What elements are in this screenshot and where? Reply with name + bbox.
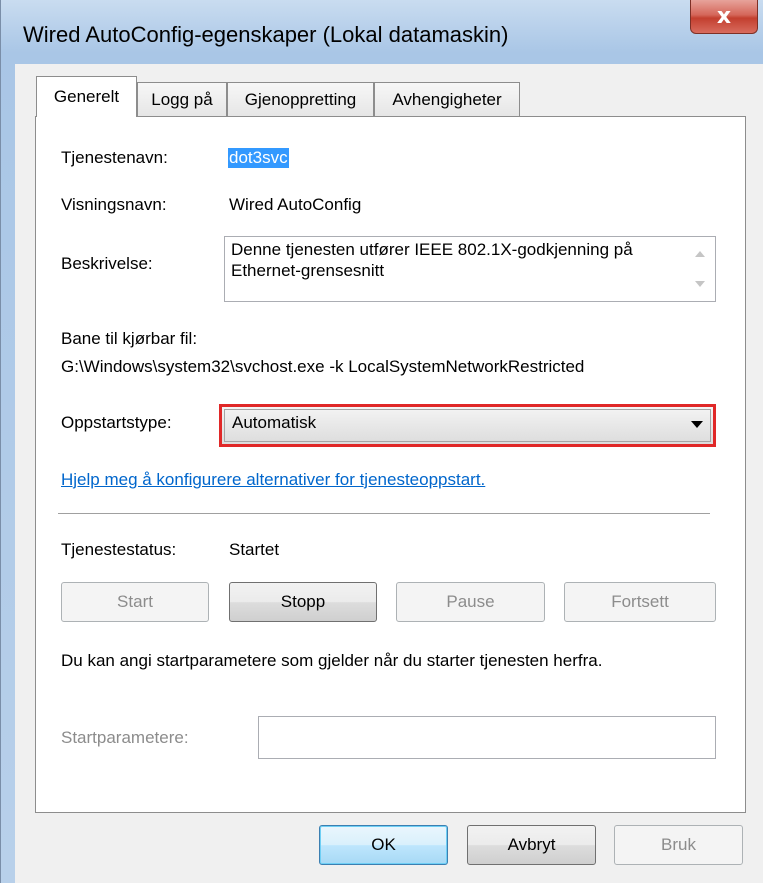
scroll-up-icon[interactable] bbox=[695, 251, 705, 257]
description-text: Denne tjenesten utfører IEEE 802.1X-godk… bbox=[231, 240, 633, 280]
stop-button-label: Stopp bbox=[280, 592, 326, 611]
resume-button[interactable]: Fortsett bbox=[564, 582, 716, 622]
params-label: Startparametere: bbox=[61, 728, 189, 747]
path-label: Bane til kjørbar fil: bbox=[61, 329, 198, 348]
apply-button[interactable]: Bruk bbox=[614, 825, 743, 865]
cancel-button-label: Avbryt bbox=[507, 835, 556, 854]
cancel-button[interactable]: Avbryt bbox=[467, 825, 596, 865]
status-value: Startet bbox=[229, 540, 280, 559]
separator bbox=[58, 513, 710, 515]
ok-button-label: OK bbox=[371, 835, 396, 854]
path-value[interactable]: G:\Windows\system32\svchost.exe -k Local… bbox=[61, 357, 584, 377]
start-button[interactable]: Start bbox=[61, 582, 209, 622]
chevron-down-icon bbox=[691, 421, 703, 428]
startup-type-value: Automatisk bbox=[232, 413, 317, 432]
ok-button[interactable]: OK bbox=[319, 825, 448, 865]
description-label: Beskrivelse: bbox=[61, 254, 153, 273]
stop-button[interactable]: Stopp bbox=[229, 582, 377, 622]
resume-button-label: Fortsett bbox=[611, 592, 669, 611]
display-name-value[interactable]: Wired AutoConfig bbox=[229, 195, 361, 215]
start-button-label: Start bbox=[117, 592, 153, 611]
pause-button-label: Pause bbox=[446, 592, 495, 611]
params-input[interactable] bbox=[258, 716, 716, 759]
pause-button[interactable]: Pause bbox=[396, 582, 545, 622]
service-name-label: Tjenestenavn: bbox=[61, 148, 168, 167]
apply-button-label: Bruk bbox=[661, 835, 696, 854]
description-scrollbar[interactable] bbox=[685, 237, 715, 301]
help-link[interactable]: Hjelp meg å konfigurere alternativer for… bbox=[61, 470, 485, 490]
service-name-value[interactable]: dot3svc bbox=[228, 148, 289, 168]
startup-type-label: Oppstartstype: bbox=[61, 413, 172, 432]
display-name-label: Visningsnavn: bbox=[61, 195, 167, 214]
startup-type-dropdown[interactable]: Automatisk bbox=[219, 404, 716, 447]
status-label: Tjenestestatus: bbox=[61, 540, 177, 559]
scroll-down-icon[interactable] bbox=[695, 281, 705, 287]
params-info-text: Du kan angi startparametere som gjelder … bbox=[61, 651, 603, 670]
description-textbox[interactable]: Denne tjenesten utfører IEEE 802.1X-godk… bbox=[224, 236, 716, 302]
